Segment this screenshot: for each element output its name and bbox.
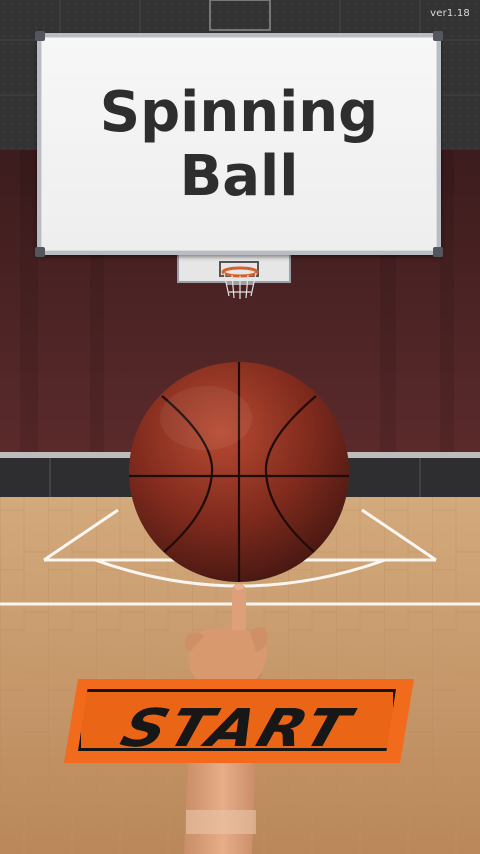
board-corner bbox=[433, 247, 443, 257]
start-button[interactable]: START bbox=[64, 679, 414, 763]
game-screen: ver1.18 Spinning Ball START bbox=[0, 0, 480, 854]
start-button-frame: START bbox=[78, 689, 396, 751]
version-label: ver1.18 bbox=[430, 8, 470, 19]
board-corner bbox=[35, 247, 45, 257]
title-line-2: Ball bbox=[179, 144, 299, 209]
title-line-1: Spinning bbox=[99, 80, 379, 145]
board-corner bbox=[35, 31, 45, 41]
game-title: Spinning Ball bbox=[41, 81, 437, 209]
basketball[interactable] bbox=[129, 362, 349, 582]
title-board: Spinning Ball bbox=[35, 31, 443, 257]
board-corner bbox=[433, 31, 443, 41]
